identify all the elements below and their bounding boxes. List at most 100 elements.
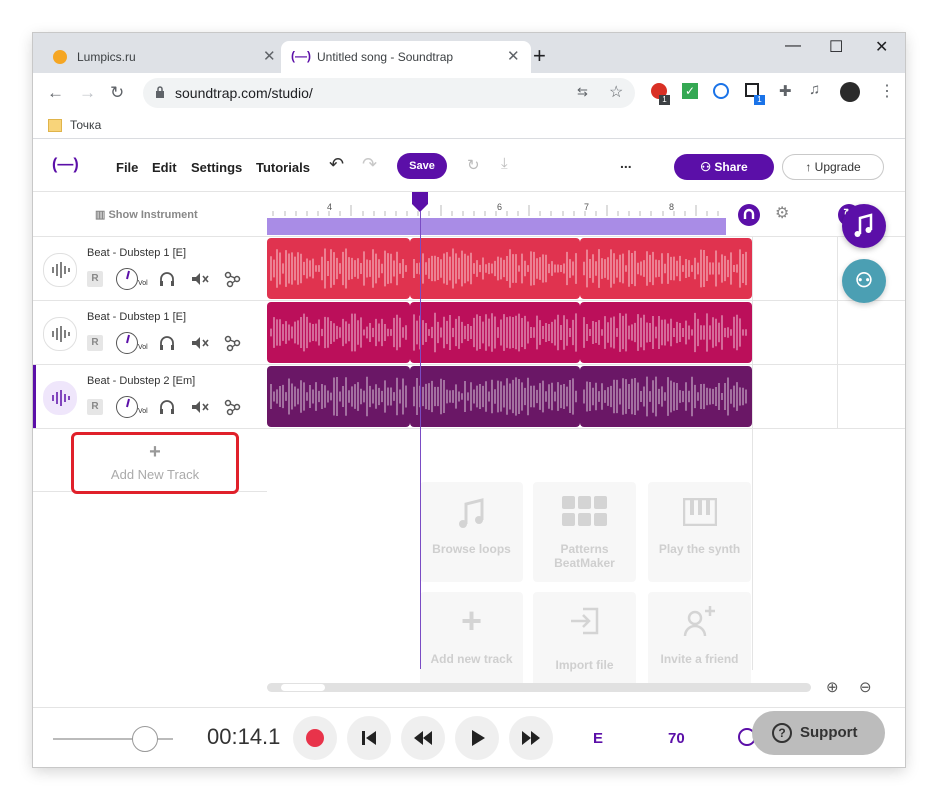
audio-region[interactable] (580, 366, 752, 427)
audio-region[interactable] (267, 302, 410, 363)
record-arm-button[interactable]: R (87, 399, 103, 415)
playhead-handle[interactable] (411, 192, 431, 212)
extension-check-icon[interactable]: ✓ (682, 83, 698, 99)
magnet-icon[interactable] (738, 204, 760, 226)
go-to-start-button[interactable] (347, 716, 391, 760)
mute-icon[interactable] (190, 398, 210, 416)
back-icon[interactable]: ← (47, 83, 64, 103)
import-file-card[interactable]: Import file (533, 592, 636, 692)
plus-icon: + (460, 600, 483, 641)
sync-icon[interactable]: ↻ (467, 156, 480, 174)
headphones-icon[interactable] (158, 270, 176, 288)
audio-region[interactable] (410, 366, 580, 427)
track-name[interactable]: Beat - Dubstep 1 [E] (87, 247, 186, 259)
key-selector[interactable]: E (593, 730, 603, 747)
bookmark-tochka[interactable]: Точка (70, 118, 101, 132)
effects-icon[interactable] (224, 398, 242, 416)
tab-lumpics[interactable]: Lumpics.ru ✕ (41, 41, 281, 73)
menu-tutorials[interactable]: Tutorials (256, 160, 310, 175)
audio-region[interactable] (580, 302, 752, 363)
loop-region-bar[interactable] (267, 218, 726, 235)
audio-region[interactable] (267, 366, 410, 427)
forward-icon[interactable]: → (79, 83, 96, 103)
master-volume-handle[interactable] (132, 726, 158, 752)
audio-region[interactable] (410, 302, 580, 363)
track-header-3[interactable]: Beat - Dubstep 2 [Em] R Vol (33, 365, 267, 429)
track-name[interactable]: Beat - Dubstep 2 [Em] (87, 375, 195, 387)
menu-edit[interactable]: Edit (152, 160, 177, 175)
puzzle-icon[interactable]: ✚ (779, 82, 792, 100)
track-header-2[interactable]: Beat - Dubstep 1 [E] R Vol (33, 301, 267, 365)
mute-icon[interactable] (190, 270, 210, 288)
patterns-beatmaker-card[interactable]: Patterns BeatMaker (533, 482, 636, 582)
save-button[interactable]: Save (397, 153, 447, 179)
add-new-track-card[interactable]: + Add new track (420, 592, 523, 692)
close-icon[interactable]: ✕ (263, 47, 276, 65)
minimize-icon[interactable]: — (785, 37, 801, 55)
undo-icon[interactable]: ↶ (329, 154, 344, 175)
redo-icon[interactable]: ↷ (362, 154, 377, 175)
more-menu[interactable]: ... (620, 155, 632, 171)
waveform-icon[interactable] (43, 381, 77, 415)
track-lane-1 (267, 237, 905, 301)
browse-loops-card[interactable]: Browse loops (420, 482, 523, 582)
audio-region[interactable] (267, 238, 410, 299)
effects-icon[interactable] (224, 334, 242, 352)
volume-knob[interactable] (116, 396, 138, 418)
volume-knob[interactable] (116, 268, 138, 290)
horizontal-scrollbar[interactable] (267, 683, 811, 692)
maximize-icon[interactable]: ☐ (829, 37, 843, 57)
download-icon[interactable]: ⤓ (501, 155, 508, 172)
add-new-track-button[interactable]: + Add New Track (71, 432, 239, 494)
headphones-icon[interactable] (158, 334, 176, 352)
menu-settings[interactable]: Settings (191, 160, 242, 175)
collaborators-fab-icon[interactable]: ⚇ (842, 259, 886, 303)
track-header-1[interactable]: Beat - Dubstep 1 [E] R Vol (33, 237, 267, 301)
record-button[interactable] (293, 716, 337, 760)
address-bar[interactable]: soundtrap.com/studio/ ⇆ ☆ (143, 78, 635, 108)
skip-back-icon (362, 731, 376, 745)
play-synth-card[interactable]: Play the synth (648, 482, 751, 582)
record-arm-button[interactable]: R (87, 335, 103, 351)
track-name[interactable]: Beat - Dubstep 1 [E] (87, 311, 186, 323)
soundtrap-logo[interactable]: (—) (52, 156, 79, 174)
play-button[interactable] (455, 716, 499, 760)
avatar[interactable] (840, 82, 860, 102)
effects-icon[interactable] (224, 270, 242, 288)
zoom-out-icon[interactable]: ⊖ (859, 678, 872, 696)
menu-file[interactable]: File (116, 160, 138, 175)
scrollbar-thumb[interactable] (281, 684, 325, 691)
volume-knob[interactable] (116, 332, 138, 354)
rewind-button[interactable] (401, 716, 445, 760)
support-button[interactable]: ? Support (752, 711, 885, 755)
track-controls: R Vol (87, 332, 267, 354)
new-tab-button[interactable]: + (533, 43, 546, 69)
reload-icon[interactable]: ↻ (110, 83, 124, 103)
show-instrument-button[interactable]: ▥ Show Instrument (95, 208, 198, 221)
waveform (270, 313, 407, 352)
timeline-ruler[interactable]: 4 6 7 8 ⚙ ↻ (267, 192, 905, 237)
waveform-icon[interactable] (43, 253, 77, 287)
record-arm-button[interactable]: R (87, 271, 103, 287)
extension-globe-icon[interactable] (713, 83, 729, 99)
gear-icon[interactable]: ⚙ (775, 203, 789, 223)
headphones-icon[interactable] (158, 398, 176, 416)
share-button[interactable]: ⚇ Share (674, 154, 774, 180)
close-window-icon[interactable]: ✕ (875, 37, 888, 57)
zoom-in-icon[interactable]: ⊕ (826, 678, 839, 696)
audio-region[interactable] (410, 238, 580, 299)
music-note-fab-icon[interactable] (842, 204, 886, 248)
mute-icon[interactable] (190, 334, 210, 352)
fast-forward-button[interactable] (509, 716, 553, 760)
media-control-icon[interactable]: ♫ (809, 81, 820, 98)
audio-region[interactable] (580, 238, 752, 299)
star-icon[interactable]: ☆ (609, 82, 623, 102)
close-icon[interactable]: ✕ (507, 47, 520, 65)
tempo-selector[interactable]: 70 (668, 730, 685, 747)
waveform-icon[interactable] (43, 317, 77, 351)
tab-soundtrap[interactable]: (—) Untitled song - Soundtrap ✕ (281, 41, 531, 73)
invite-friend-card[interactable]: Invite a friend (648, 592, 751, 692)
kebab-menu-icon[interactable]: ⋮ (879, 81, 895, 101)
upgrade-button[interactable]: ↑ Upgrade (782, 154, 884, 180)
translate-icon[interactable]: ⇆ (577, 84, 588, 100)
